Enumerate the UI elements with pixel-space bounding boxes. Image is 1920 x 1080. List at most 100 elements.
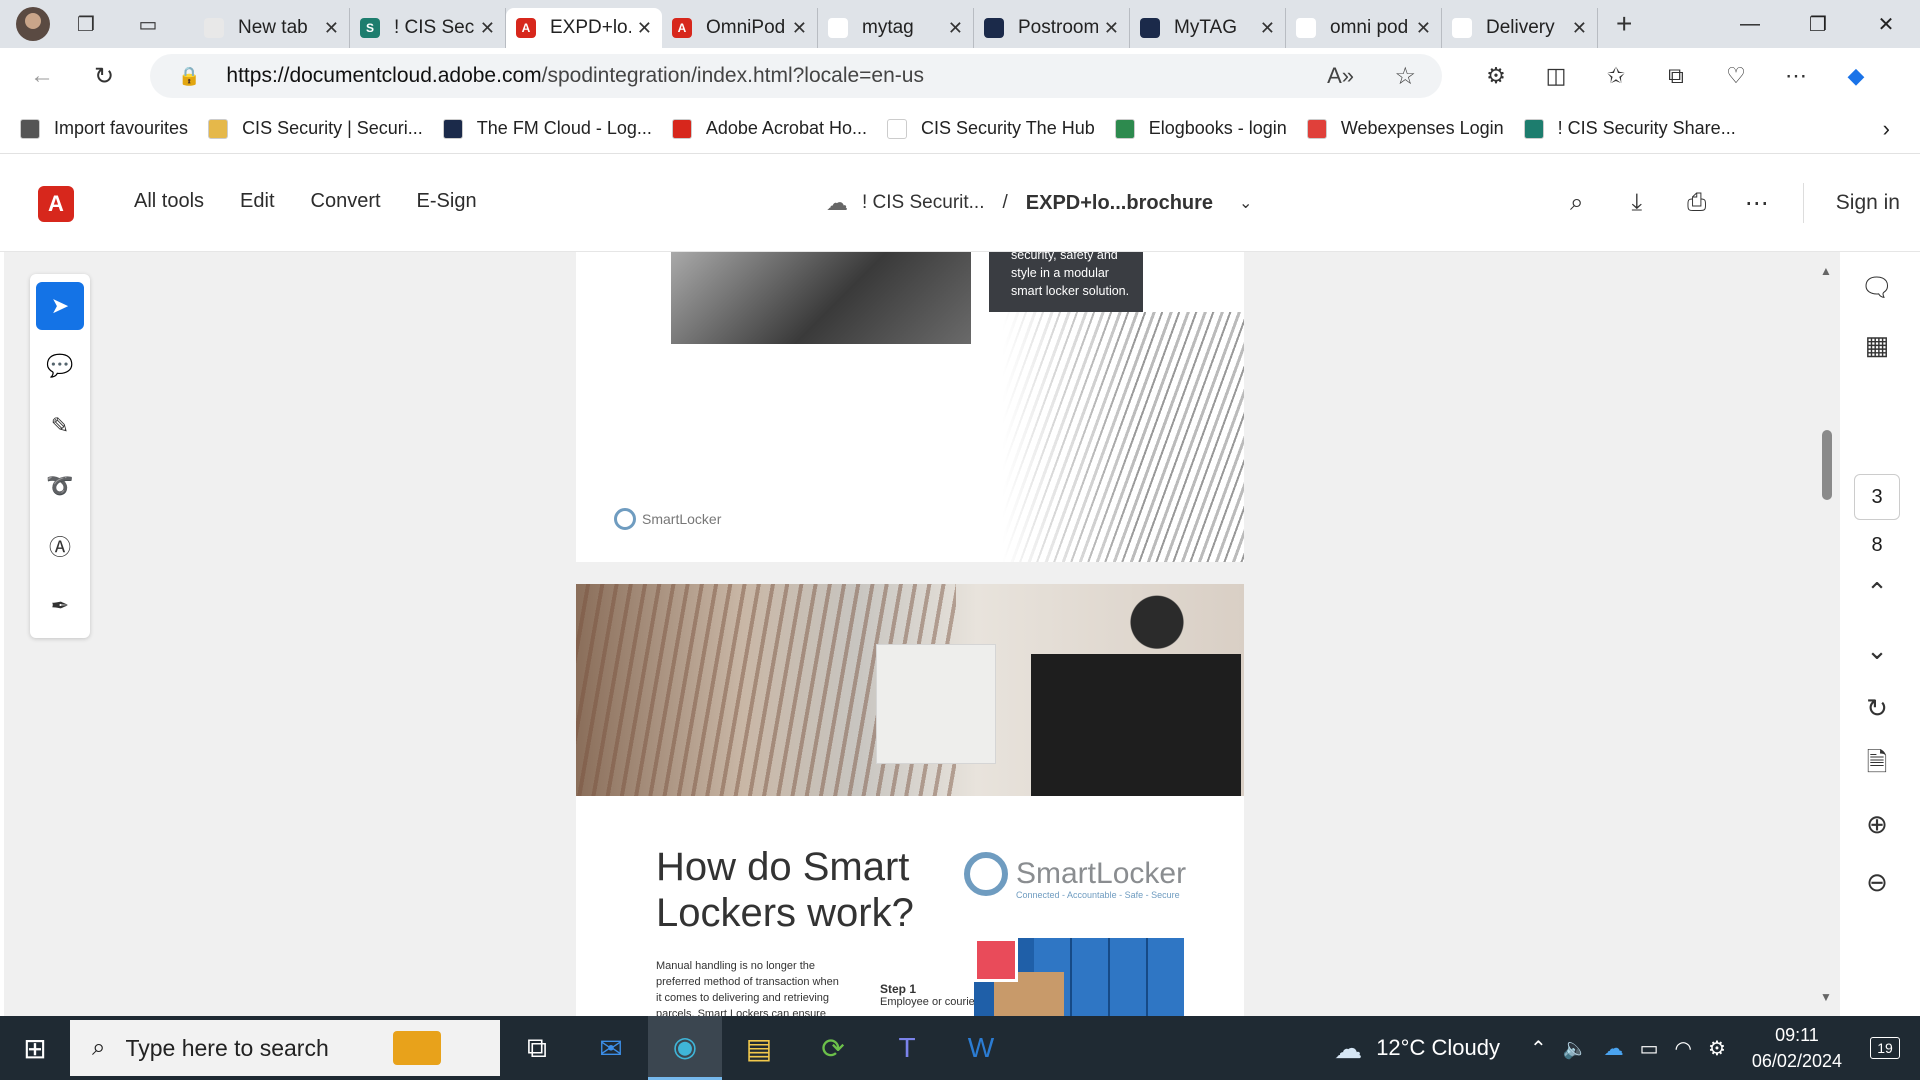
- browser-tab[interactable]: omni pod ✕: [1286, 8, 1442, 48]
- more-options-icon[interactable]: ⋯: [1727, 189, 1787, 218]
- close-tab-icon[interactable]: ✕: [1104, 18, 1119, 39]
- read-aloud-icon[interactable]: A»: [1327, 63, 1354, 89]
- teams-icon[interactable]: T: [870, 1016, 944, 1080]
- previous-page-icon[interactable]: ⌃: [1840, 563, 1914, 621]
- profile-avatar[interactable]: [16, 7, 50, 41]
- current-page-input[interactable]: 3: [1854, 474, 1900, 520]
- windows-start-icon[interactable]: ⊞: [0, 1032, 70, 1065]
- browser-essentials-icon[interactable]: ♡: [1706, 63, 1766, 89]
- clock[interactable]: 09:11 06/02/2024: [1752, 1022, 1842, 1074]
- next-page-icon[interactable]: ⌄: [1840, 621, 1914, 679]
- scroll-thumb[interactable]: [1822, 430, 1832, 500]
- browser-tab[interactable]: A EXPD+lo...brochure ✕: [506, 8, 662, 48]
- restore-button[interactable]: ❐: [1784, 0, 1852, 48]
- menu-all-tools[interactable]: All tools: [134, 190, 204, 213]
- fill-sign-icon[interactable]: ✒: [36, 582, 84, 630]
- task-view-icon[interactable]: ⧉: [500, 1016, 574, 1080]
- chevron-up-icon[interactable]: ⌃: [1530, 1036, 1547, 1061]
- vertical-tabs-icon[interactable]: ▭: [132, 8, 164, 40]
- favorite-link[interactable]: ! CIS Security Share...: [1523, 118, 1736, 139]
- scroll-down-arrow[interactable]: ▼: [1820, 990, 1832, 1004]
- browser-tab[interactable]: New tab ✕: [194, 8, 350, 48]
- file-explorer-icon[interactable]: ▤: [722, 1016, 796, 1080]
- lock-icon[interactable]: 🔒: [178, 66, 200, 87]
- close-tab-icon[interactable]: ✕: [948, 18, 963, 39]
- extensions-icon[interactable]: ⚙: [1466, 63, 1526, 89]
- comments-icon[interactable]: 🗨: [1840, 258, 1914, 316]
- browser-tab[interactable]: S ! CIS Security ✕: [350, 8, 506, 48]
- word-icon[interactable]: W: [944, 1016, 1018, 1080]
- favorite-link[interactable]: CIS Security | Securi...: [208, 118, 423, 139]
- breadcrumb-folder[interactable]: ! CIS Securit...: [862, 192, 984, 214]
- wifi-icon[interactable]: ◠: [1675, 1036, 1692, 1061]
- vertical-scrollbar[interactable]: ▲ ▼: [1820, 264, 1834, 1004]
- scroll-up-arrow[interactable]: ▲: [1820, 264, 1832, 278]
- new-tab-button[interactable]: +: [1616, 8, 1632, 40]
- select-cursor-icon[interactable]: ➤: [36, 282, 84, 330]
- close-tab-icon[interactable]: ✕: [1572, 18, 1587, 39]
- print-icon[interactable]: ⎙: [1667, 189, 1727, 217]
- browser-tab[interactable]: Delivery ✕: [1442, 8, 1598, 48]
- acrobat-logo-icon[interactable]: A: [38, 186, 74, 222]
- page-tools-icon[interactable]: 🗎: [1840, 737, 1914, 795]
- close-tab-icon[interactable]: ✕: [324, 18, 339, 39]
- browser-tab[interactable]: mytag ✕: [818, 8, 974, 48]
- onedrive-icon[interactable]: ☁: [1604, 1036, 1624, 1061]
- refresh-icon[interactable]: ↻: [84, 56, 124, 96]
- menu-convert[interactable]: Convert: [311, 190, 381, 213]
- add-text-icon[interactable]: Ⓐ: [36, 522, 84, 570]
- weather-widget[interactable]: ☁ 12°C Cloudy: [1334, 1032, 1500, 1065]
- favorites-icon[interactable]: ✩: [1586, 63, 1646, 89]
- close-tab-icon[interactable]: ✕: [480, 18, 495, 39]
- favorite-link[interactable]: Adobe Acrobat Ho...: [671, 118, 867, 139]
- outlook-icon[interactable]: ✉: [574, 1016, 648, 1080]
- favorite-link[interactable]: Webexpenses Login: [1306, 118, 1504, 139]
- download-icon[interactable]: ⤓: [1607, 189, 1667, 217]
- breadcrumb-file[interactable]: EXPD+lo...brochure: [1026, 192, 1213, 215]
- copilot-icon[interactable]: ◆: [1826, 63, 1886, 89]
- close-tab-icon[interactable]: ✕: [1416, 18, 1431, 39]
- close-tab-icon[interactable]: ✕: [792, 18, 807, 39]
- favorite-favicon-icon: [1114, 118, 1135, 139]
- more-menu-icon[interactable]: ⋯: [1766, 63, 1826, 89]
- zoom-in-icon[interactable]: ⊕: [1840, 795, 1914, 853]
- tab-favicon-icon: A: [672, 18, 692, 38]
- browser-tab[interactable]: Postroom ✕: [974, 8, 1130, 48]
- favorite-star-icon[interactable]: ☆: [1394, 62, 1416, 91]
- menu-esign[interactable]: E-Sign: [417, 190, 477, 213]
- split-screen-icon[interactable]: ◫: [1526, 63, 1586, 89]
- workspaces-icon[interactable]: ❐: [70, 8, 102, 40]
- sharepoint-icon[interactable]: ⚙: [1708, 1036, 1726, 1061]
- sync-app-icon[interactable]: ⟳: [796, 1016, 870, 1080]
- collections-icon[interactable]: ⧉: [1646, 63, 1706, 89]
- rotate-icon[interactable]: ↻: [1840, 679, 1914, 737]
- search-icon[interactable]: ⌕: [1547, 189, 1607, 217]
- add-comment-icon[interactable]: 💬: [36, 342, 84, 390]
- favorite-link[interactable]: The FM Cloud - Log...: [442, 118, 652, 139]
- chevron-down-icon[interactable]: ⌄: [1239, 193, 1252, 213]
- chevron-right-icon[interactable]: ›: [1883, 116, 1890, 142]
- url-bar[interactable]: 🔒 https://documentcloud.adobe.com/spodin…: [150, 54, 1442, 98]
- sign-in-button[interactable]: Sign in: [1836, 191, 1900, 215]
- volume-icon[interactable]: 🔈: [1563, 1036, 1588, 1061]
- zoom-out-icon[interactable]: ⊖: [1840, 853, 1914, 911]
- notifications-icon[interactable]: 19: [1862, 1037, 1908, 1059]
- favorite-link[interactable]: CIS Security The Hub: [886, 118, 1095, 139]
- browser-tab[interactable]: A OmniPod ✕: [662, 8, 818, 48]
- edge-icon[interactable]: ◉: [648, 1016, 722, 1080]
- thumbnails-grid-icon[interactable]: ▦: [1840, 316, 1914, 374]
- draw-freehand-icon[interactable]: ➰: [36, 462, 84, 510]
- close-window-button[interactable]: ✕: [1852, 0, 1920, 48]
- page-heading: How do Smart Lockers work?: [656, 845, 914, 935]
- battery-icon[interactable]: ▭: [1640, 1036, 1659, 1061]
- browser-tab[interactable]: MyTAG ✕: [1130, 8, 1286, 48]
- highlight-pen-icon[interactable]: ✎: [36, 402, 84, 450]
- minimize-button[interactable]: —: [1716, 0, 1784, 48]
- back-icon[interactable]: ←: [22, 56, 62, 96]
- close-tab-icon[interactable]: ✕: [1260, 18, 1275, 39]
- favorite-link[interactable]: Import favourites: [20, 118, 188, 139]
- favorite-link[interactable]: Elogbooks - login: [1114, 118, 1287, 139]
- taskbar-search[interactable]: ⌕ Type here to search: [70, 1020, 500, 1076]
- menu-edit[interactable]: Edit: [240, 190, 274, 213]
- close-tab-icon[interactable]: ✕: [637, 18, 652, 39]
